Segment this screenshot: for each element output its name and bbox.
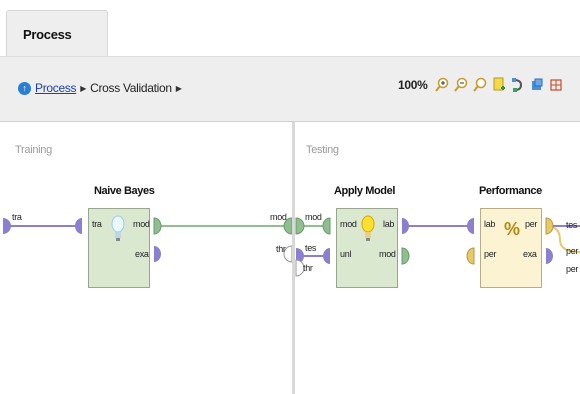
breadcrumb-separator-icon: ▶ xyxy=(80,83,87,93)
lightbulb-icon xyxy=(111,215,125,241)
testing-output-tes-label: tes xyxy=(566,220,578,230)
pf-port-exa-label: exa xyxy=(523,249,537,259)
testing-input-thr-label: thr xyxy=(303,263,313,273)
pf-port-per-in-label: per xyxy=(484,249,497,259)
performance-title: Performance xyxy=(479,185,542,197)
breadcrumb: ↑ Process ▶ Cross Validation ▶ xyxy=(18,81,186,95)
am-port-mod-out-label: mod xyxy=(379,249,396,259)
zoom-fit-icon[interactable] xyxy=(472,77,487,93)
layout-icon[interactable] xyxy=(530,77,544,93)
zoom-out-icon[interactable] xyxy=(453,77,468,93)
nb-port-tra xyxy=(75,218,82,234)
nb-port-tra-label: tra xyxy=(92,219,102,229)
am-port-mod-in xyxy=(322,217,331,235)
process-canvas[interactable]: Training tra mod thr Naive Bayes tra mod… xyxy=(0,122,580,394)
up-arrow-icon[interactable]: ↑ xyxy=(18,81,31,95)
training-output-mod-label: mod xyxy=(270,212,287,222)
pf-port-per-in xyxy=(466,247,475,265)
zoom-in-icon[interactable] xyxy=(434,77,449,93)
am-port-unl xyxy=(323,248,330,264)
testing-input-mod-label: mod xyxy=(305,212,322,222)
pf-port-exa xyxy=(546,248,553,264)
testing-output-per2-label: per xyxy=(566,264,579,274)
performance-operator[interactable]: % lab per per exa xyxy=(480,208,542,288)
tab-process[interactable]: Process xyxy=(6,10,108,56)
am-port-lab xyxy=(402,218,409,234)
zoom-level: 100% xyxy=(398,78,428,92)
port-testing-mod xyxy=(295,217,305,235)
apply-model-operator[interactable]: mod unl lab mod xyxy=(336,208,398,288)
training-input-port-label: tra xyxy=(12,212,22,222)
testing-output-per-label: per xyxy=(566,246,579,256)
breadcrumb-current[interactable]: Cross Validation xyxy=(90,81,172,95)
testing-input-tes-label: tes xyxy=(305,243,317,253)
apply-model-title: Apply Model xyxy=(334,185,395,197)
port-training-input xyxy=(3,218,11,234)
am-port-lab-label: lab xyxy=(383,219,395,229)
am-port-mod-in-label: mod xyxy=(340,219,357,229)
process-toolbar: ↑ Process ▶ Cross Validation ▶ 100% xyxy=(0,56,580,122)
grid-icon[interactable] xyxy=(549,77,563,93)
percent-icon: % xyxy=(504,219,521,239)
testing-panel-label: Testing xyxy=(306,144,339,156)
pf-port-lab xyxy=(467,218,474,234)
nb-port-exa xyxy=(154,246,161,262)
breadcrumb-expand-icon[interactable]: ▶ xyxy=(176,84,182,93)
pf-port-per-out-label: per xyxy=(525,219,538,229)
training-panel-label: Training xyxy=(15,144,52,156)
nb-port-mod xyxy=(153,217,162,235)
nb-port-exa-label: exa xyxy=(135,249,149,259)
pf-port-lab-label: lab xyxy=(484,219,496,229)
auto-wire-icon[interactable] xyxy=(511,77,525,93)
nb-port-mod-label: mod xyxy=(133,219,150,229)
tab-bar: Process xyxy=(0,0,580,56)
am-port-unl-label: unl xyxy=(340,249,352,259)
naive-bayes-operator[interactable]: tra mod exa xyxy=(88,208,150,288)
breadcrumb-process-link[interactable]: Process xyxy=(35,81,77,95)
pf-port-per-out xyxy=(545,217,554,235)
subprocess-divider[interactable] xyxy=(292,122,295,394)
tab-label: Process xyxy=(23,27,72,42)
naive-bayes-title: Naive Bayes xyxy=(94,185,155,197)
am-port-mod-out xyxy=(401,247,410,265)
lightbulb-icon xyxy=(361,215,375,241)
add-note-icon[interactable] xyxy=(492,77,506,93)
training-output-thr-label: thr xyxy=(276,244,286,254)
toolbar-icons: 100% xyxy=(398,77,563,93)
